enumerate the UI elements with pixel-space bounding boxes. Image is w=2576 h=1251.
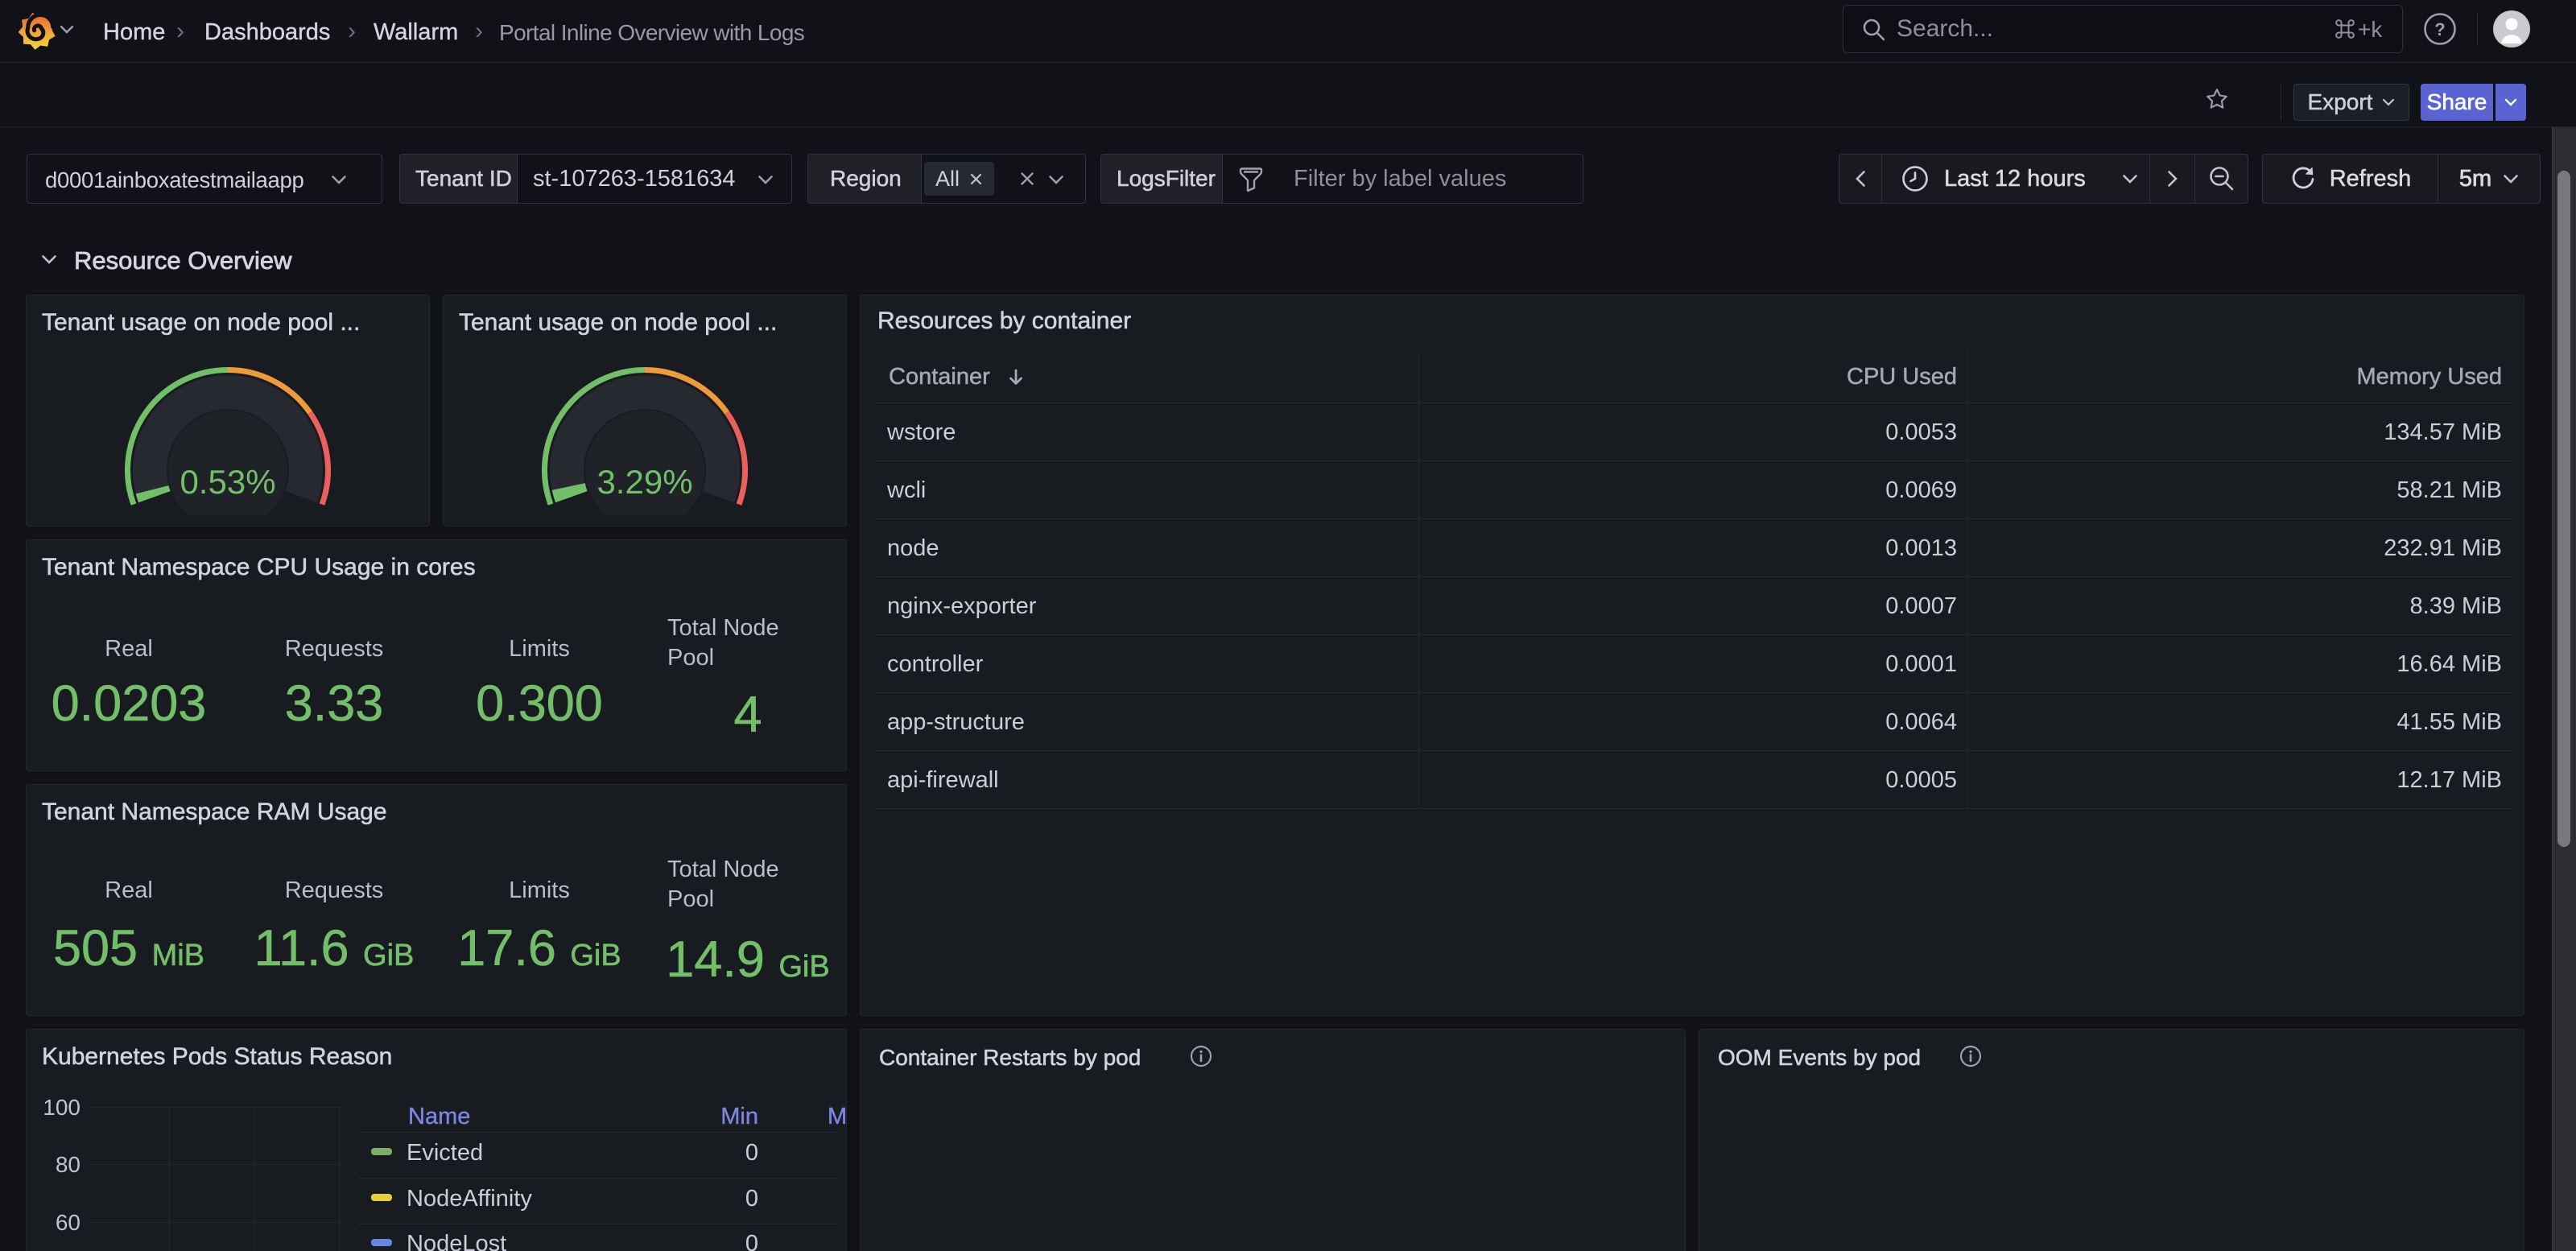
svg-text:?: ? bbox=[2434, 19, 2445, 39]
svg-text:3.29%: 3.29% bbox=[597, 463, 692, 501]
svg-text:0.53%: 0.53% bbox=[180, 463, 275, 501]
